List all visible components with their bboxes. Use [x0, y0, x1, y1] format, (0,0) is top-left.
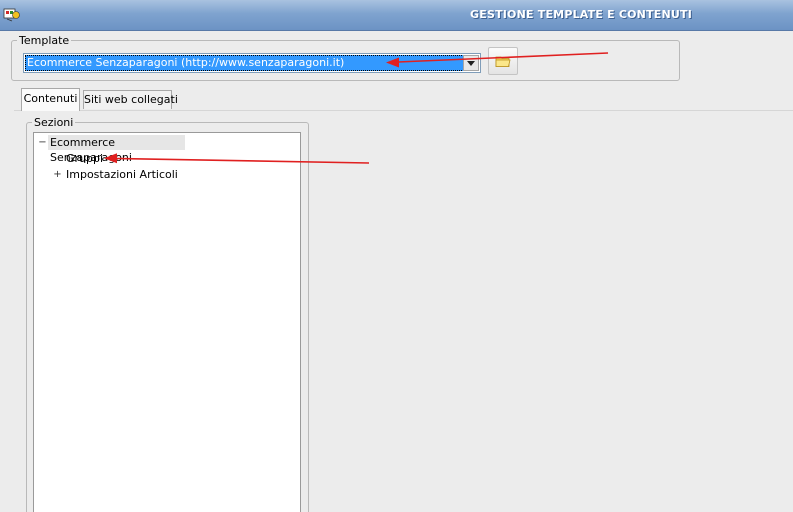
sections-tree[interactable] — [33, 132, 301, 512]
tab-strip-divider — [14, 110, 793, 111]
browse-folder-button[interactable] — [488, 47, 518, 75]
tab-contenuti[interactable]: Contenuti — [21, 88, 80, 111]
window-title: GESTIONE TEMPLATE E CONTENUTI — [470, 8, 693, 21]
folder-icon — [495, 56, 511, 67]
tree-item-gruppi[interactable]: Gruppi — [66, 151, 103, 166]
tree-item-ecommerce-senzaparagoni[interactable]: Ecommerce Senzaparagoni — [48, 135, 185, 164]
chevron-down-icon — [467, 60, 475, 66]
template-select-value[interactable]: Ecommerce Senzaparagoni (http://www.senz… — [25, 55, 464, 71]
tree-item-impostazioni-articoli[interactable]: Impostazioni Articoli — [66, 167, 178, 182]
sections-label: Sezioni — [32, 116, 76, 129]
app-icon[interactable] — [3, 6, 21, 22]
template-dropdown-button[interactable] — [463, 55, 479, 71]
collapse-toggle[interactable]: − — [38, 138, 47, 148]
template-label: Template — [17, 34, 72, 47]
tab-siti-web-collegati[interactable]: Siti web collegati — [83, 90, 178, 109]
title-bar: GESTIONE TEMPLATE E CONTENUTI — [0, 0, 793, 31]
template-select[interactable]: Ecommerce Senzaparagoni (http://www.senz… — [23, 53, 481, 73]
expand-toggle[interactable]: + — [53, 170, 62, 180]
